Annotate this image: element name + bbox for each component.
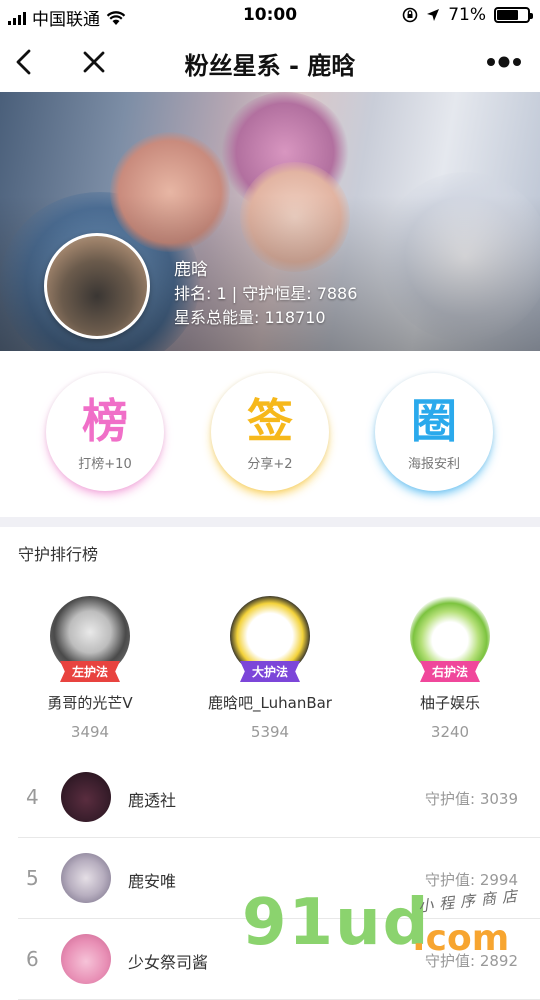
avatar: 右护法: [410, 596, 490, 682]
ranking-title: 守护排行榜: [18, 545, 99, 564]
vote-button[interactable]: 榜 打榜+10: [46, 373, 164, 491]
guardian-name: 柚子娱乐: [419, 694, 480, 712]
guardian-badge: 大护法: [239, 661, 301, 682]
vote-glyph-icon: 榜: [82, 393, 128, 448]
circle-glyph-icon: 圈: [411, 393, 457, 448]
page-title: 粉丝星系 - 鹿晗: [184, 52, 356, 80]
sign-glyph-icon: 签: [247, 393, 293, 448]
orientation-lock-icon: [402, 7, 418, 23]
star-avatar[interactable]: [44, 233, 150, 339]
top-rank-right[interactable]: 右护法 柚子娱乐 3240: [360, 590, 540, 741]
rank-number: 5: [26, 866, 39, 890]
watermark-tld: .com: [412, 918, 510, 959]
guardian-value: 3240: [430, 723, 470, 741]
more-button[interactable]: [484, 44, 524, 80]
list-name: 鹿安唯: [128, 872, 177, 891]
more-icon: [487, 56, 521, 68]
top-rank-left[interactable]: 左护法 勇哥的光芒V 3494: [0, 590, 180, 741]
star-name: 鹿晗: [174, 260, 208, 280]
guardian-value: 3494: [70, 723, 110, 741]
avatar: [61, 853, 111, 903]
star-info: 鹿晗 排名: 1 | 守护恒星: 7886 星系总能量: 118710: [174, 258, 357, 330]
list-value: 守护值: 3039: [425, 790, 518, 808]
list-name: 鹿透社: [128, 791, 177, 810]
star-energy: 星系总能量: 118710: [174, 308, 326, 327]
guardian-name: 勇哥的光芒V: [47, 694, 133, 712]
status-bar: 中国联通 10:00 71%: [0, 0, 540, 32]
avatar: 左护法: [50, 596, 130, 682]
rank-number: 6: [26, 947, 39, 971]
ranking-list: 4 鹿透社 守护值: 3039 5 鹿安唯 守护值: 2994 6 少女祭司酱 …: [0, 757, 540, 1000]
battery-icon: [494, 7, 533, 23]
navigation-bar: 粉丝星系 - 鹿晗: [0, 32, 540, 92]
top-rank-center[interactable]: 大护法 鹿晗吧_LuhanBar 5394: [180, 590, 360, 741]
guardian-value: 5394: [250, 723, 290, 741]
battery-percent: 71%: [448, 5, 486, 25]
guardian-name: 鹿晗吧_LuhanBar: [208, 694, 332, 712]
hero-banner: 鹿晗 排名: 1 | 守护恒星: 7886 星系总能量: 118710: [0, 92, 540, 351]
list-item[interactable]: 4 鹿透社 守护值: 3039: [18, 757, 540, 838]
section-divider: [0, 517, 540, 527]
action-buttons: 榜 打榜+10 签 分享+2 圈 海报安利: [0, 351, 540, 517]
avatar: [61, 772, 111, 822]
avatar: [61, 934, 111, 984]
watermark-brand: 91ud: [242, 886, 431, 960]
guardian-badge: 右护法: [419, 661, 481, 682]
guardian-badge: 左护法: [59, 661, 121, 682]
watermark-tagline: 小程序商店: [417, 886, 524, 916]
sign-in-button[interactable]: 签 分享+2: [211, 373, 329, 491]
top-three: 左护法 勇哥的光芒V 3494 大护法 鹿晗吧_LuhanBar 5394 右护…: [0, 590, 540, 741]
poster-label: 海报安利: [407, 456, 460, 472]
star-rank: 排名: 1 | 守护恒星: 7886: [174, 284, 358, 303]
vote-label: 打榜+10: [78, 456, 132, 472]
list-name: 少女祭司酱: [128, 953, 209, 972]
location-icon: [427, 9, 440, 21]
status-right: 71%: [402, 5, 533, 25]
rank-number: 4: [26, 785, 39, 809]
avatar: 大护法: [230, 596, 310, 682]
share-label: 分享+2: [247, 456, 293, 472]
watermark-logo: 91ud 小程序商店 .com: [240, 886, 540, 960]
poster-button[interactable]: 圈 海报安利: [375, 373, 493, 491]
battery-fill: [497, 10, 519, 20]
